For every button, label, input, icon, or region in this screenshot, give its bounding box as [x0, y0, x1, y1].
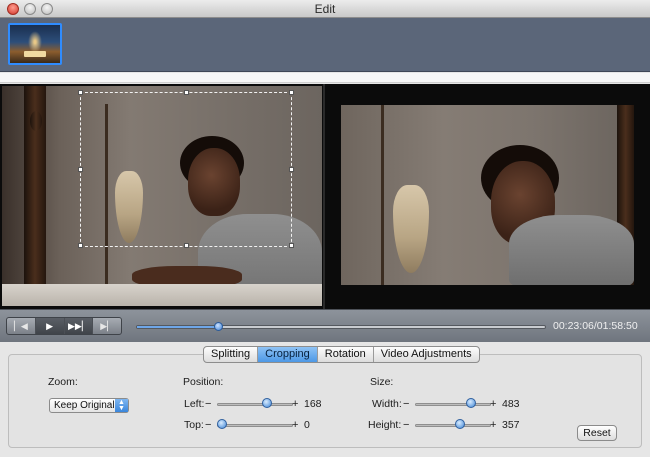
output-hanging-lamp — [393, 185, 429, 273]
edit-window: Edit ▏◀ ▶ ▶▶▏ ▶▏ 00:23:06/01:58:50 Split… — [0, 0, 650, 457]
tab-video-adjustments[interactable]: Video Adjustments — [374, 347, 479, 362]
width-value: 483 — [502, 398, 520, 410]
top-value: 0 — [304, 419, 310, 431]
output-lamp-pole — [381, 105, 384, 285]
zoom-label: Zoom: — [48, 376, 78, 388]
output-preview — [341, 105, 634, 285]
height-slider-thumb[interactable] — [454, 419, 465, 429]
play-icon: ▶ — [46, 320, 54, 331]
width-slider-track[interactable] — [415, 403, 491, 406]
width-label: Width: — [372, 398, 402, 410]
height-increase-button[interactable]: + — [490, 419, 496, 431]
strip-separator — [0, 73, 650, 83]
height-label: Height: — [368, 419, 402, 431]
timeline-playhead[interactable] — [213, 322, 223, 331]
next-frame-button[interactable]: ▶▏ — [93, 318, 121, 334]
preview-divider — [323, 84, 325, 309]
top-increase-button[interactable]: + — [292, 419, 298, 431]
position-label: Position: — [183, 376, 224, 388]
timeline-slider[interactable] — [136, 322, 546, 331]
tab-splitting[interactable]: Splitting — [204, 347, 259, 362]
width-slider-thumb[interactable] — [466, 398, 477, 408]
tab-cropping[interactable]: Cropping — [258, 347, 318, 362]
crop-handle-bottom-left[interactable] — [78, 243, 83, 248]
crop-handle-bottom-right[interactable] — [289, 243, 294, 248]
tab-rotation[interactable]: Rotation — [318, 347, 374, 362]
left-decrease-button[interactable]: − — [205, 398, 211, 410]
crop-handle-top[interactable] — [184, 90, 189, 95]
clip-thumbnail-strip — [0, 18, 650, 72]
top-decrease-button[interactable]: − — [205, 419, 211, 431]
width-decrease-button[interactable]: − — [403, 398, 409, 410]
height-slider-row: − + 357 — [403, 419, 523, 433]
left-label: Left: — [184, 398, 205, 410]
thumbnail-logo — [24, 51, 46, 57]
updown-arrows-icon: ▲ ▼ — [115, 399, 128, 412]
width-slider-row: − + 483 — [403, 398, 523, 412]
height-slider-track[interactable] — [415, 424, 491, 427]
reset-button[interactable]: Reset — [577, 425, 617, 441]
top-slider-track[interactable] — [217, 424, 293, 427]
output-shirt — [509, 215, 634, 285]
crop-handle-top-right[interactable] — [289, 90, 294, 95]
playback-controls: ▏◀ ▶ ▶▶▏ ▶▏ 00:23:06/01:58:50 — [0, 309, 650, 342]
top-label: Top: — [184, 419, 204, 431]
width-increase-button[interactable]: + — [490, 398, 496, 410]
original-preview — [2, 86, 322, 306]
left-slider-track[interactable] — [217, 403, 293, 406]
left-value: 168 — [304, 398, 322, 410]
bed-sheet — [2, 284, 322, 306]
crop-handle-top-left[interactable] — [78, 90, 83, 95]
preview-area — [0, 84, 650, 309]
play-button[interactable]: ▶ — [35, 318, 65, 334]
zoom-select-value: Keep Original — [54, 400, 115, 411]
size-label: Size: — [370, 376, 394, 388]
skip-back-icon: ▏◀ — [13, 320, 28, 331]
transport-buttons: ▏◀ ▶ ▶▶▏ ▶▏ — [6, 317, 122, 335]
zoom-select[interactable]: Keep Original ▲ ▼ — [49, 398, 129, 413]
previous-frame-button[interactable]: ▏◀ — [7, 318, 36, 334]
crop-handle-bottom[interactable] — [184, 243, 189, 248]
clip-thumbnail[interactable] — [8, 23, 62, 65]
bedpost-knob — [30, 111, 42, 131]
fast-forward-icon: ▶▶▏ — [67, 320, 89, 331]
left-slider-thumb[interactable] — [261, 398, 272, 408]
left-increase-button[interactable]: + — [292, 398, 298, 410]
left-slider-row: − + 168 — [205, 398, 325, 412]
timecode: 00:23:06/01:58:50 — [553, 320, 638, 332]
crop-handle-right[interactable] — [289, 167, 294, 172]
timeline-progress — [137, 326, 219, 328]
height-value: 357 — [502, 419, 520, 431]
skip-next-icon: ▶▏ — [100, 320, 115, 331]
thumbnail-glow — [28, 31, 42, 53]
crop-handle-left[interactable] — [78, 167, 83, 172]
top-slider-thumb[interactable] — [217, 419, 227, 429]
window-title: Edit — [314, 2, 336, 16]
crop-selection-box[interactable] — [78, 90, 294, 248]
edit-tabs: Splitting Cropping Rotation Video Adjust… — [203, 346, 480, 363]
height-decrease-button[interactable]: − — [403, 419, 409, 431]
fast-forward-button[interactable]: ▶▶▏ — [64, 318, 94, 334]
title-bar: Edit — [0, 0, 650, 18]
top-slider-row: − + 0 — [205, 419, 325, 433]
